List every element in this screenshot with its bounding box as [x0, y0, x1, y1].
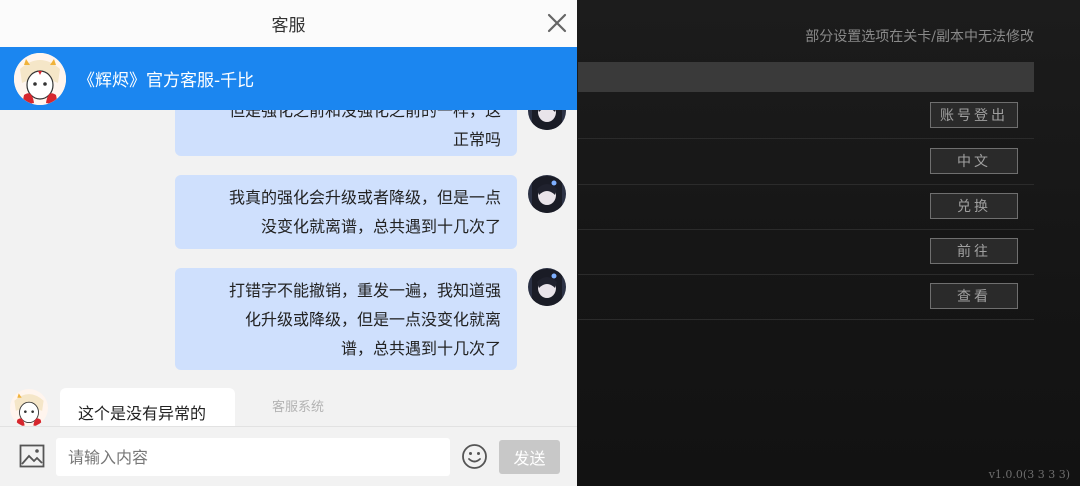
settings-row-view: 查看	[578, 275, 1034, 320]
send-button[interactable]: 发送	[499, 440, 560, 474]
system-label: 客服系统	[272, 400, 325, 415]
message-line: 没变化就离谱，总共遇到十几次了	[260, 217, 501, 236]
message-list[interactable]: 但是强化之前和没强化之前的一样，这 正常吗 我真的强化会升级或者降级，但是一点 …	[0, 110, 577, 426]
message-input[interactable]	[56, 438, 450, 476]
image-button[interactable]	[19, 444, 45, 468]
message-line: 我真的强化会升级或者降级，但是一点	[228, 188, 501, 207]
message-line: 打错字不能撤销，重发一遍，我知道强	[228, 281, 501, 300]
chat-title: 客服	[271, 16, 306, 36]
settings-row-account: 账号登出	[578, 94, 1034, 139]
agent-avatar-icon	[14, 53, 66, 105]
close-button[interactable]	[545, 11, 569, 35]
emoji-icon	[462, 444, 487, 469]
user-message-bubble: 但是强化之前和没强化之前的一样，这 正常吗	[175, 110, 517, 156]
logout-button[interactable]: 账号登出	[930, 102, 1018, 128]
message-line: 化升级或降级，但是一点没变化就离	[244, 310, 501, 329]
agent-avatar-icon	[10, 389, 48, 426]
input-bar: 发送	[0, 426, 577, 486]
user-message-bubble: 打错字不能撤销，重发一遍，我知道强 化升级或降级，但是一点没变化就离 谱，总共遇…	[175, 268, 517, 370]
agent-header: 《辉烬》官方客服-千比	[0, 47, 577, 110]
settings-section-bar	[578, 62, 1034, 92]
settings-row-goto: 前往	[578, 230, 1034, 275]
emoji-button[interactable]	[461, 443, 488, 470]
settings-row-language: 中文	[578, 140, 1034, 185]
user-message-bubble: 我真的强化会升级或者降级，但是一点 没变化就离谱，总共遇到十几次了	[175, 175, 517, 249]
user-avatar	[528, 110, 566, 130]
settings-row-redeem: 兑换	[578, 185, 1034, 230]
customer-service-panel: 客服 《辉烬》官方客服-千比 但是强化之前和没强化之前的一样，这 正常吗 我真的…	[0, 0, 577, 486]
language-button[interactable]: 中文	[930, 148, 1018, 174]
message-line: 正常吗	[452, 130, 501, 149]
message-line: 谱，总共遇到十几次了	[340, 339, 501, 358]
image-icon	[19, 444, 45, 468]
view-button[interactable]: 查看	[930, 283, 1018, 309]
close-icon	[547, 13, 567, 33]
user-avatar-icon	[528, 175, 566, 213]
message-line: 但是强化之前和没强化之前的一样，这	[228, 110, 501, 120]
agent-name: 《辉烬》官方客服-千比	[78, 71, 255, 91]
agent-message-avatar	[10, 389, 48, 426]
chat-titlebar: 客服	[0, 0, 577, 47]
redeem-button[interactable]: 兑换	[930, 193, 1018, 219]
version-label: v1.0.0(3 3 3 3)	[988, 468, 1070, 481]
user-avatar	[528, 268, 566, 306]
goto-button[interactable]: 前往	[930, 238, 1018, 264]
user-avatar-icon	[528, 268, 566, 306]
agent-message-bubble: 这个是没有异常的	[60, 388, 235, 426]
user-avatar	[528, 175, 566, 213]
settings-notice: 部分设置选项在关卡/副本中无法修改	[805, 29, 1034, 45]
user-avatar-icon	[528, 110, 566, 130]
agent-avatar	[14, 53, 66, 105]
